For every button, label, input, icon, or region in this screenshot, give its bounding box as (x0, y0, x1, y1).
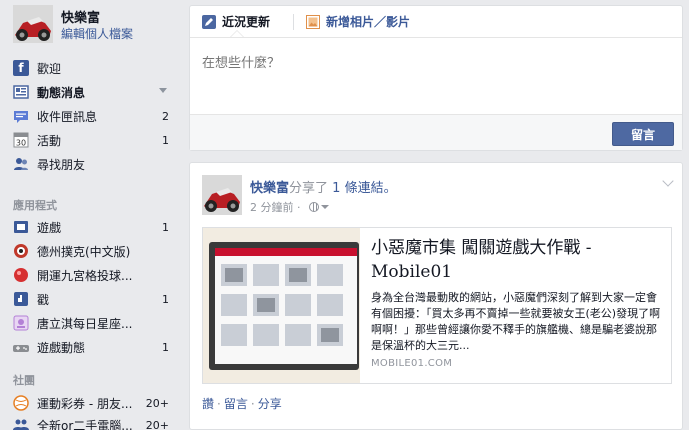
story-actions: 讚 · 留言 · 分享 (202, 395, 282, 412)
sidebar-item-label: 戳 (37, 292, 50, 307)
story-verb: 分享了 (289, 181, 329, 196)
sidebar-item-news-feed[interactable]: 動態消息 (13, 81, 173, 103)
active-tab-pointer (230, 30, 244, 37)
sidebar-item-horoscope[interactable]: 唐立淇每日星座... (13, 312, 173, 334)
story-header: 快樂富分享了 1 條連結。 (250, 177, 397, 196)
edit-profile-link[interactable]: 編輯個人檔案 (61, 25, 133, 42)
sidebar-item-label: 歡迎 (37, 61, 62, 76)
sidebar-item-label: 運動彩券 - 朋友... (37, 396, 133, 411)
link-title[interactable]: 小惡魔市集 闖關遊戲大作戰 - Mobile01 (371, 236, 663, 284)
comment-link[interactable]: 留言 (224, 397, 248, 411)
facebook-icon: f (13, 60, 29, 76)
feed-story: 快樂富分享了 1 條連結。 2 分鐘前 · 小惡魔市集 闖關遊戲大作戰 - Mo… (189, 162, 683, 430)
games-icon (13, 219, 29, 235)
story-options-chevron-icon[interactable] (662, 175, 674, 187)
photo-icon (306, 14, 320, 29)
story-author-avatar[interactable] (202, 175, 242, 215)
link-domain: MOBILE01.COM (371, 358, 453, 369)
sidebar-item-count: 2 (162, 109, 169, 123)
post-button[interactable]: 留言 (612, 122, 674, 146)
sidebar-item-count: 20+ (145, 396, 169, 410)
shared-link-card[interactable]: 小惡魔市集 闖關遊戲大作戰 - Mobile01 身為全台灣最動敗的網站，小惡魔… (202, 227, 672, 384)
tab-status-update[interactable]: 近況更新 (202, 13, 270, 30)
story-link-count[interactable]: 1 條連結。 (332, 181, 396, 196)
pencil-icon (202, 14, 216, 29)
sidebar-item-label: 開運九宮格投球... (37, 268, 133, 283)
sidebar-item-label: 唐立淇每日星座... (37, 316, 133, 331)
sidebar-item-welcome[interactable]: f 歡迎 (13, 57, 173, 79)
profile-name[interactable]: 快樂富 (61, 7, 100, 26)
poker-icon (13, 243, 29, 259)
link-thumbnail[interactable] (203, 228, 360, 383)
lucky-ball-icon (13, 267, 29, 283)
sidebar-item-count: 1 (162, 340, 169, 354)
sidebar-item-label: 遊戲動態 (37, 340, 86, 355)
news-feed-icon (13, 84, 29, 100)
chevron-down-icon[interactable] (320, 205, 329, 209)
status-composer: 近況更新 新增相片／影片 留言 (189, 5, 683, 151)
game-feed-icon (13, 339, 29, 355)
svg-text:30: 30 (16, 139, 26, 148)
profile-block[interactable]: 快樂富 編輯個人檔案 (13, 5, 178, 45)
sidebar-item-count: 1 (162, 133, 169, 147)
apps-section-header: 應用程式 (13, 199, 57, 212)
action-separator: · (217, 397, 221, 411)
messages-icon (13, 108, 29, 124)
sidebar-item-find-friends[interactable]: 尋找朋友 (13, 153, 173, 175)
sidebar-item-count: 1 (162, 220, 169, 234)
link-description: 身為全台灣最動敗的網站，小惡魔們深刻了解到大家一定會有個困擾：「買太多再不賣掉一… (371, 291, 661, 352)
find-friends-icon (13, 156, 29, 172)
chevron-down-icon[interactable] (159, 88, 167, 93)
sidebar-item-computer-group[interactable]: 全新or二手電腦... 20+ (13, 414, 173, 430)
poke-icon (13, 291, 29, 307)
composer-footer: 留言 (190, 114, 682, 150)
tab-photo-label: 新增相片／影片 (326, 15, 411, 29)
sidebar-item-sports-lottery[interactable]: 運動彩券 - 朋友... 20+ (13, 392, 173, 414)
sidebar-item-label: 尋找朋友 (37, 157, 86, 172)
sidebar-item-label: 德州撲克(中文版) (37, 244, 131, 259)
tab-add-photo-video[interactable]: 新增相片／影片 (306, 13, 410, 30)
tab-divider (293, 14, 294, 30)
sidebar-item-games[interactable]: 遊戲 1 (13, 216, 173, 238)
share-link[interactable]: 分享 (258, 397, 282, 411)
story-timestamp-row: 2 分鐘前 · (250, 199, 329, 215)
sports-ball-icon (13, 395, 29, 411)
composer-tabs: 近況更新 新增相片／影片 (190, 6, 682, 38)
horoscope-icon (13, 315, 29, 331)
status-input[interactable] (202, 52, 662, 74)
action-separator: · (250, 397, 255, 411)
sidebar-item-count: 1 (162, 292, 169, 306)
sidebar-item-poker[interactable]: 德州撲克(中文版) (13, 240, 173, 262)
groups-section-header: 社團 (13, 374, 35, 387)
sidebar-item-lucky-ball[interactable]: 開運九宮格投球... (13, 264, 173, 286)
like-link[interactable]: 讚 (202, 397, 214, 411)
sidebar-item-messages[interactable]: 收件匣訊息 2 (13, 105, 173, 127)
sidebar-item-label: 全新or二手電腦... (37, 418, 133, 430)
group-icon (13, 417, 29, 430)
sidebar-item-game-feed[interactable]: 遊戲動態 1 (13, 336, 173, 358)
sidebar-item-events[interactable]: 30 活動 1 (13, 129, 173, 151)
calendar-icon: 30 (13, 132, 29, 148)
sidebar-item-label: 活動 (37, 133, 62, 148)
story-author-name[interactable]: 快樂富 (250, 181, 289, 196)
link-text-block: 小惡魔市集 闖關遊戲大作戰 - Mobile01 身為全台灣最動敗的網站，小惡魔… (371, 236, 663, 369)
sidebar-item-poke[interactable]: 戳 1 (13, 288, 173, 310)
sidebar-item-count: 20+ (145, 418, 169, 430)
left-sidebar: 快樂富 編輯個人檔案 f 歡迎 動態消息 收件匣訊息 2 30 活動 1 尋找朋… (0, 0, 180, 430)
profile-avatar[interactable] (13, 5, 53, 43)
tab-status-label: 近況更新 (222, 15, 271, 29)
story-timestamp[interactable]: 2 分鐘前 · (250, 199, 301, 215)
globe-icon[interactable] (308, 202, 319, 212)
sidebar-item-label: 遊戲 (37, 220, 62, 235)
sidebar-item-label: 動態消息 (37, 85, 86, 100)
sidebar-item-label: 收件匣訊息 (37, 109, 98, 124)
